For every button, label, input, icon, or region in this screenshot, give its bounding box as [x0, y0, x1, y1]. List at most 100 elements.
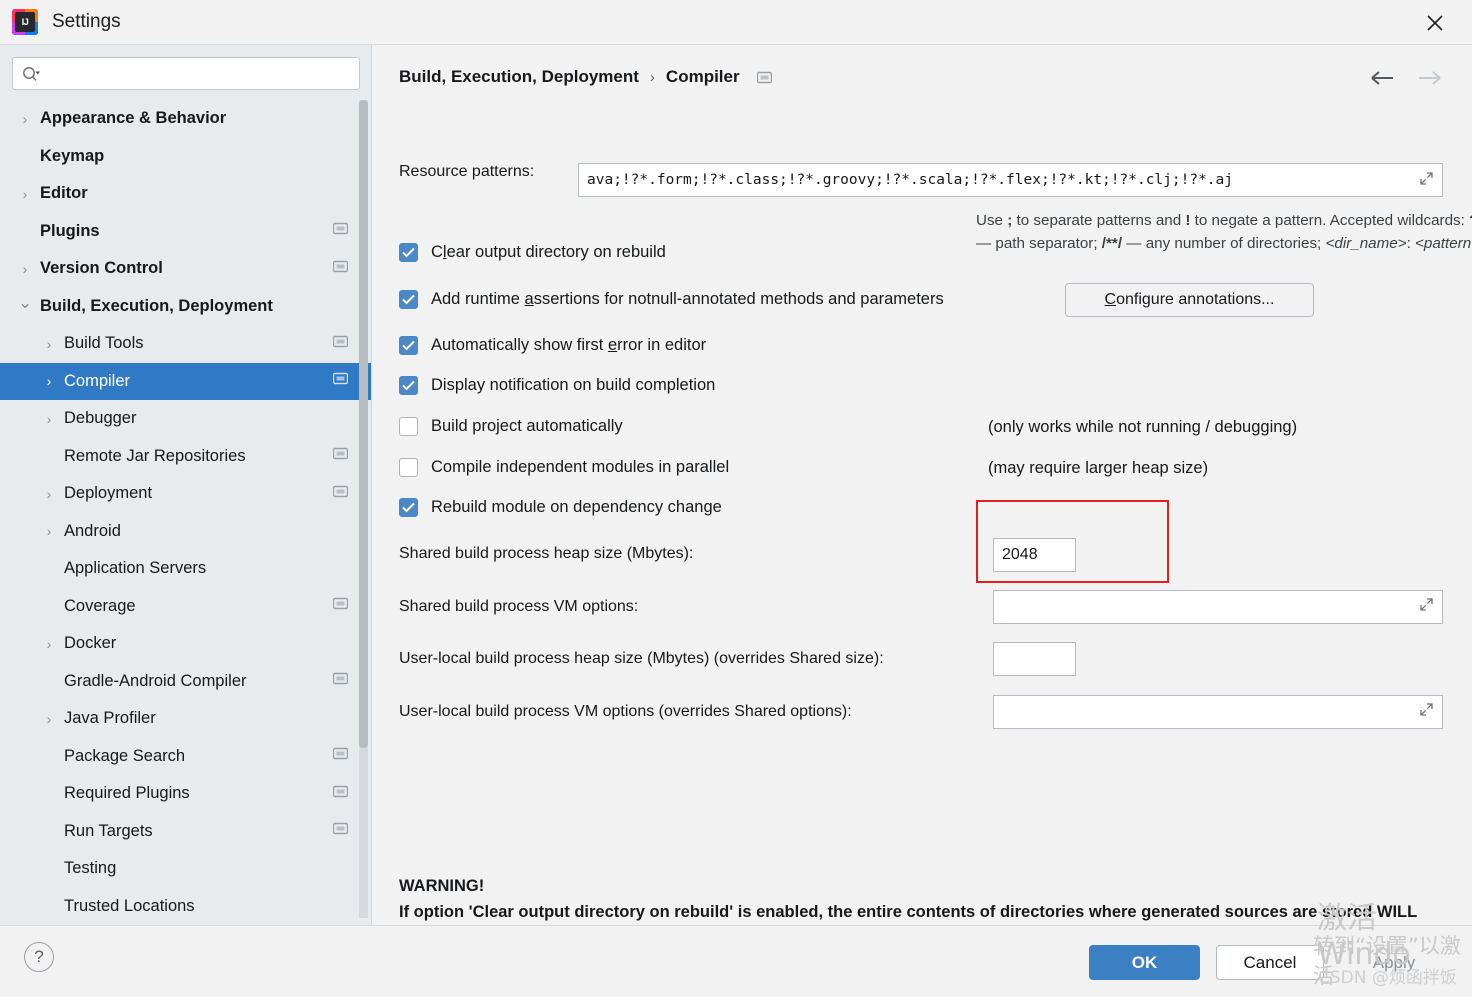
sidebar-item-label: Appearance & Behavior	[40, 109, 227, 128]
sidebar-item-package-search[interactable]: ›Package Search	[0, 738, 372, 776]
checkbox-indicator[interactable]	[399, 376, 418, 395]
checkbox-rebuild-on-dependency-change[interactable]: Rebuild module on dependency change	[399, 498, 722, 517]
userlocal-vm-options-input[interactable]	[993, 695, 1443, 729]
sidebar-item-compiler[interactable]: › Compiler	[0, 362, 372, 400]
project-settings-icon	[332, 446, 349, 466]
ok-button[interactable]: OK	[1089, 945, 1200, 980]
checkbox-build-project-automatically[interactable]: Build project automatically	[399, 417, 623, 436]
resource-patterns-hint: Use ; to separate patterns and ! to nega…	[976, 212, 1472, 252]
resource-patterns-input[interactable]: ava;!?*.form;!?*.class;!?*.groovy;!?*.sc…	[578, 163, 1443, 197]
checkbox-indicator[interactable]	[399, 458, 418, 477]
project-settings-icon	[332, 596, 349, 616]
search-input[interactable]	[48, 65, 359, 82]
checkbox-label: Rebuild module on dependency change	[431, 498, 722, 516]
chevron-right-icon[interactable]: ›	[18, 262, 32, 276]
sidebar-item-remote-jar-repositories[interactable]: ›Remote Jar Repositories	[0, 438, 372, 476]
resource-patterns-row: Resource patterns:	[399, 163, 534, 181]
search-box[interactable]	[12, 57, 360, 90]
close-icon[interactable]	[1418, 8, 1452, 38]
sidebar-item-label: Package Search	[64, 746, 186, 765]
sidebar-item-required-plugins[interactable]: ›Required Plugins	[0, 775, 372, 813]
sidebar-item-plugins[interactable]: ›Plugins	[0, 213, 372, 251]
sidebar-item-label: Deployment	[64, 484, 153, 503]
checkbox-label: Display notification on build completion	[431, 376, 716, 394]
expand-icon[interactable]	[1413, 597, 1434, 617]
checkbox-indicator[interactable]	[399, 417, 418, 436]
expand-icon[interactable]	[1413, 702, 1434, 722]
checkbox-label: Add runtime assertions for notnull-annot…	[431, 290, 944, 308]
checkbox-indicator[interactable]	[399, 498, 418, 517]
sidebar-item-coverage[interactable]: ›Coverage	[0, 588, 372, 626]
checkbox-compile-parallel[interactable]: Compile independent modules in parallel	[399, 458, 729, 477]
chevron-right-icon[interactable]: ›	[42, 374, 56, 388]
sidebar-item-build-execution-deployment[interactable]: ⌄ Build, Execution, Deployment	[0, 288, 372, 326]
cancel-button[interactable]: Cancel	[1216, 945, 1324, 980]
sidebar-item-deployment[interactable]: › Deployment	[0, 475, 372, 513]
chevron-right-icon[interactable]: ›	[42, 712, 56, 726]
chevron-right-icon[interactable]: ›	[42, 337, 56, 351]
sidebar-item-docker[interactable]: › Docker	[0, 625, 372, 663]
sidebar-item-label: Keymap	[40, 146, 105, 165]
checkbox-indicator[interactable]	[399, 336, 418, 355]
sidebar-item-trusted-locations[interactable]: ›Trusted Locations	[0, 888, 372, 919]
project-settings-icon	[332, 221, 349, 241]
sidebar-item-keymap[interactable]: ›Keymap	[0, 138, 372, 176]
sidebar-item-build-tools[interactable]: › Build Tools	[0, 325, 372, 363]
checkbox-clear-output-directory[interactable]: Clear output directory on rebuild	[399, 243, 666, 262]
sidebar-item-application-servers[interactable]: ›Application Servers	[0, 550, 372, 588]
shared-heap-size-label: Shared build process heap size (Mbytes):	[399, 545, 694, 562]
configure-annotations-button[interactable]: Configure annotations...	[1065, 283, 1314, 317]
breadcrumb-parent[interactable]: Build, Execution, Deployment	[399, 67, 639, 87]
sidebar-item-label: Gradle-Android Compiler	[64, 671, 247, 690]
project-settings-icon	[756, 70, 772, 85]
title-bar: IJ Settings	[0, 0, 1472, 45]
sidebar-item-appearance-behavior[interactable]: › Appearance & Behavior	[0, 100, 372, 138]
sidebar-scrollbar[interactable]	[359, 100, 368, 918]
checkbox-label: Clear output directory on rebuild	[431, 243, 666, 261]
chevron-right-icon[interactable]: ›	[42, 524, 56, 538]
checkbox-indicator[interactable]	[399, 243, 418, 262]
sidebar-item-label: Build, Execution, Deployment	[40, 296, 273, 315]
sidebar-item-editor[interactable]: › Editor	[0, 175, 372, 213]
help-button[interactable]: ?	[24, 942, 54, 972]
sidebar-item-java-profiler[interactable]: › Java Profiler	[0, 700, 372, 738]
chevron-right-icon[interactable]: ›	[42, 412, 56, 426]
sidebar-item-label: Plugins	[40, 221, 100, 240]
checkbox-label: Build project automatically	[431, 417, 623, 435]
checkbox-show-first-error[interactable]: Automatically show first error in editor	[399, 336, 706, 355]
chevron-right-icon[interactable]: ›	[18, 112, 32, 126]
sidebar-item-gradle-android-compiler[interactable]: ›Gradle-Android Compiler	[0, 663, 372, 701]
expand-icon[interactable]	[1413, 171, 1434, 190]
chevron-down-icon[interactable]: ⌄	[18, 294, 32, 311]
sidebar-item-label: Android	[64, 521, 121, 540]
note-parallel-heap: (may require larger heap size)	[988, 459, 1209, 477]
sidebar-item-label: Compiler	[64, 371, 131, 390]
checkbox-label: Compile independent modules in parallel	[431, 458, 730, 476]
checkbox-display-notification[interactable]: Display notification on build completion	[399, 376, 715, 395]
userlocal-heap-size-input[interactable]	[993, 642, 1076, 676]
shared-vm-options-input[interactable]	[993, 590, 1443, 624]
sidebar-item-android[interactable]: › Android	[0, 513, 372, 551]
arrow-left-icon[interactable]	[1370, 65, 1396, 91]
project-settings-icon	[332, 671, 349, 691]
sidebar-item-label: Java Profiler	[64, 709, 156, 728]
sidebar-item-debugger[interactable]: › Debugger	[0, 400, 372, 438]
shared-heap-size-input[interactable]: 2048	[993, 538, 1076, 572]
window-title: Settings	[52, 11, 121, 32]
checkbox-indicator[interactable]	[399, 290, 418, 309]
project-settings-icon	[332, 484, 349, 504]
sidebar-item-testing[interactable]: ›Testing	[0, 850, 372, 888]
chevron-right-icon[interactable]: ›	[42, 637, 56, 651]
warning-title: WARNING!	[399, 877, 485, 895]
checkbox-add-runtime-assertions[interactable]: Add runtime assertions for notnull-annot…	[399, 290, 944, 309]
project-settings-icon	[332, 334, 349, 354]
chevron-right-icon[interactable]: ›	[42, 487, 56, 501]
chevron-right-icon[interactable]: ›	[18, 187, 32, 201]
apply-button[interactable]: Apply	[1340, 945, 1448, 980]
sidebar-item-label: Coverage	[64, 596, 136, 615]
arrow-right-icon	[1416, 65, 1442, 91]
sidebar-item-version-control[interactable]: › Version Control	[0, 250, 372, 288]
sidebar-scrollbar-thumb[interactable]	[359, 100, 368, 748]
shared-vm-options-label: Shared build process VM options:	[399, 598, 639, 615]
sidebar-item-run-targets[interactable]: ›Run Targets	[0, 813, 372, 851]
